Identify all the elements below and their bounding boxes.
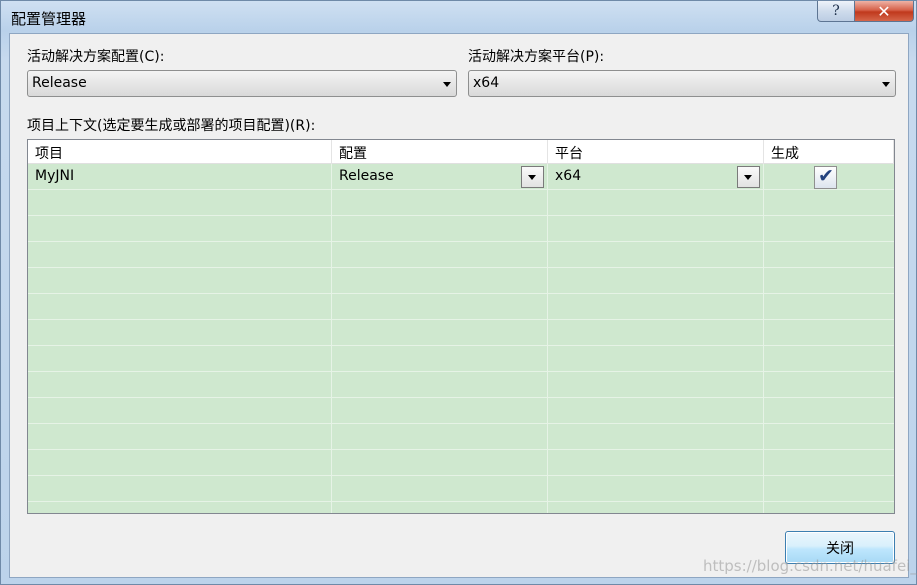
configuration-cell[interactable]: Release: [332, 164, 548, 190]
project-context-grid[interactable]: 项目 配置 平台 生成 MyJNI Release x64 ✔: [27, 139, 895, 514]
platform-cell[interactable]: x64: [548, 164, 764, 190]
question-mark-icon: ?: [832, 3, 840, 19]
watermark-text: https://blog.csdn.net/huafei_c: [703, 557, 917, 575]
close-icon: ✕: [877, 1, 891, 21]
active-platform-value: x64: [473, 75, 500, 91]
active-config-label: 活动解决方案配置(C):: [27, 49, 165, 65]
window-title: 配置管理器: [11, 10, 87, 28]
config-manager-window: 配置管理器 ? ✕ 活动解决方案配置(C): Release 活动解决方案平台(…: [0, 0, 917, 585]
chevron-down-icon: [882, 82, 890, 87]
active-platform-dropdown[interactable]: x64: [468, 70, 896, 97]
project-name: MyJNI: [35, 168, 75, 184]
active-config-value: Release: [32, 75, 87, 91]
platform-value: x64: [555, 168, 582, 184]
window-close-button[interactable]: ✕: [854, 1, 914, 22]
configuration-value: Release: [339, 168, 394, 184]
project-cell: MyJNI: [28, 164, 332, 190]
active-platform-label: 活动解决方案平台(P):: [468, 49, 605, 65]
grid-header: 项目 配置 平台 生成: [28, 140, 894, 164]
column-header-platform[interactable]: 平台: [548, 140, 764, 164]
chevron-down-icon: [528, 175, 536, 180]
dialog-client-area: 活动解决方案配置(C): Release 活动解决方案平台(P): x64 项目…: [9, 33, 917, 578]
column-header-build[interactable]: 生成: [764, 140, 894, 164]
configuration-dropdown-button[interactable]: [521, 166, 544, 188]
chevron-down-icon: [443, 82, 451, 87]
help-button[interactable]: ?: [817, 1, 855, 22]
platform-dropdown-button[interactable]: [737, 166, 760, 188]
checkmark-icon: ✔: [818, 165, 834, 187]
build-cell: ✔: [764, 164, 894, 190]
active-config-dropdown[interactable]: Release: [27, 70, 457, 97]
column-header-project[interactable]: 项目: [28, 140, 332, 164]
column-header-configuration[interactable]: 配置: [332, 140, 548, 164]
title-bar[interactable]: 配置管理器 ? ✕: [1, 1, 916, 33]
project-context-label: 项目上下文(选定要生成或部署的项目配置)(R):: [27, 118, 316, 134]
chevron-down-icon: [744, 175, 752, 180]
build-checkbox[interactable]: ✔: [814, 165, 837, 189]
